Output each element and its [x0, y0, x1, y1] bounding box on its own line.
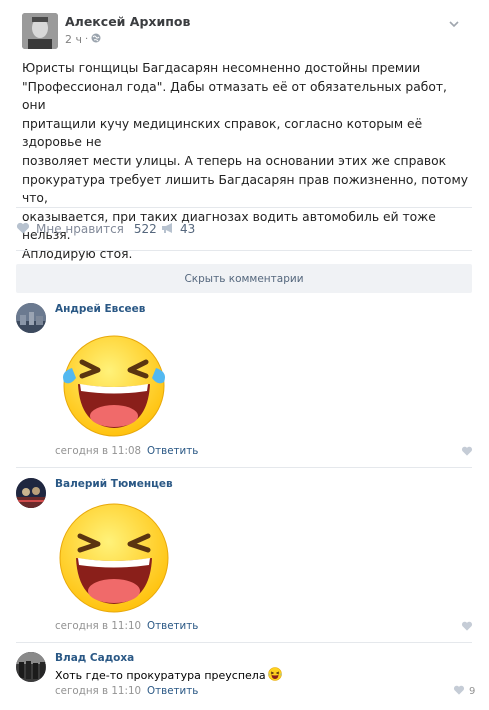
laughing-sticker	[52, 328, 172, 444]
comment-meta: сегодня в 11:10 Ответить	[55, 685, 198, 697]
post-meta: 2 ч ·	[65, 33, 101, 46]
comment-avatar[interactable]	[16, 303, 46, 333]
divider	[16, 642, 472, 643]
comment-avatar[interactable]	[16, 478, 46, 508]
author-name[interactable]: Алексей Архипов	[65, 14, 190, 29]
divider	[16, 207, 472, 208]
reply-button[interactable]: Ответить	[147, 620, 198, 632]
megaphone-icon	[161, 222, 175, 237]
comment-like-button[interactable]: 9	[453, 685, 476, 698]
comment-like-button[interactable]	[461, 446, 473, 459]
laughing-sticker	[52, 498, 172, 618]
comment-author[interactable]: Андрей Евсеев	[55, 303, 145, 315]
like-button[interactable]: Мне нравится 522	[16, 221, 157, 237]
post-menu-chevron-icon[interactable]	[448, 15, 460, 28]
divider	[16, 250, 472, 251]
share-count: 43	[180, 222, 196, 236]
comment-avatar[interactable]	[16, 652, 46, 682]
comment-author[interactable]: Влад Садоха	[55, 652, 134, 664]
hide-comments-button[interactable]: Скрыть комментарии	[16, 264, 472, 293]
comment-like-count: 9	[469, 685, 476, 697]
post: Алексей Архипов 2 ч · Юристы гонщицы Баг…	[0, 0, 489, 710]
comment-text-content: Хоть где-то прокуратура преуспела	[55, 669, 266, 682]
laughing-emoji-icon	[267, 667, 282, 684]
globe-icon	[91, 33, 101, 46]
meta-separator: ·	[85, 34, 89, 45]
comment-date[interactable]: сегодня в 11:10	[55, 620, 141, 632]
comment-like-button[interactable]	[461, 621, 473, 634]
like-count: 522	[133, 222, 157, 236]
comment-text: Хоть где-то прокуратура преуспела	[55, 667, 282, 684]
post-time[interactable]: 2 ч	[65, 33, 82, 46]
heart-icon	[16, 222, 30, 237]
reply-button[interactable]: Ответить	[147, 685, 198, 697]
heart-icon	[461, 621, 473, 634]
heart-icon	[453, 685, 465, 698]
share-button[interactable]: 43	[161, 221, 195, 237]
comment-date[interactable]: сегодня в 11:08	[55, 445, 141, 457]
heart-icon	[461, 446, 473, 459]
author-avatar[interactable]	[22, 13, 58, 49]
comment-author[interactable]: Валерий Тюменцев	[55, 478, 173, 490]
comment-meta: сегодня в 11:08 Ответить	[55, 445, 198, 457]
comment-meta: сегодня в 11:10 Ответить	[55, 620, 198, 632]
divider	[16, 467, 472, 468]
reply-button[interactable]: Ответить	[147, 445, 198, 457]
comment-date[interactable]: сегодня в 11:10	[55, 685, 141, 697]
like-label: Мне нравится	[36, 222, 124, 236]
